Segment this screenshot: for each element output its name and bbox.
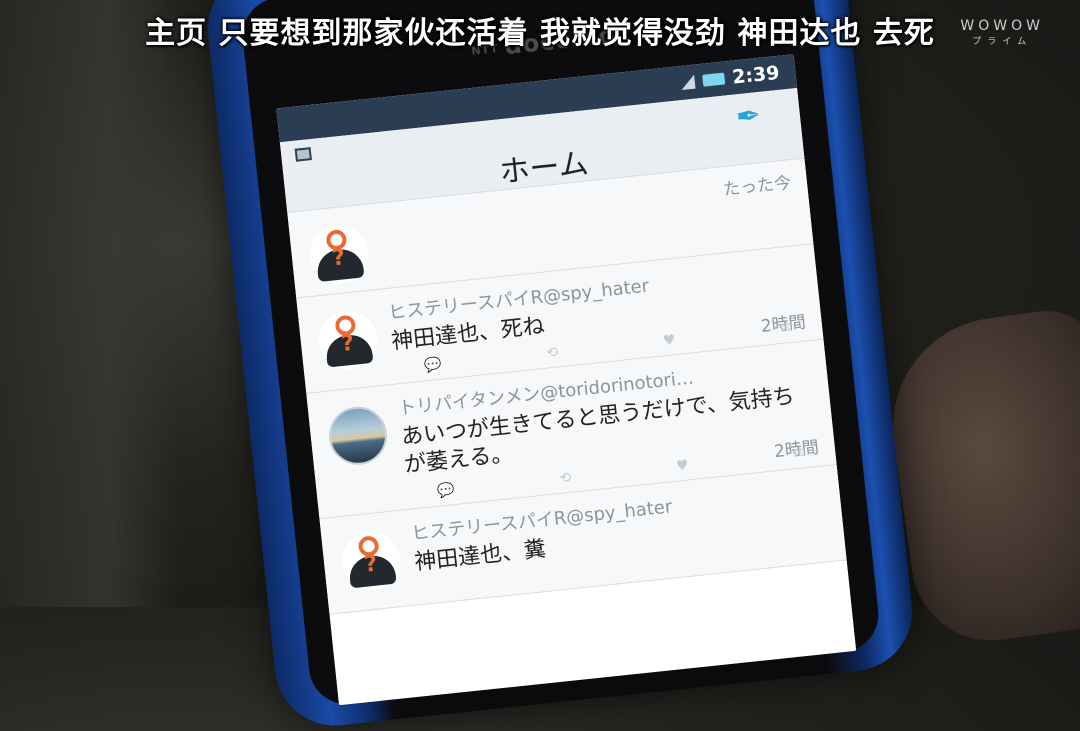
phone-device: NTT docomo 2:39 ✒ ホーム ? たった今 ? ヒステリースパイR… [202,0,918,731]
like-icon[interactable]: ♥ [675,457,689,474]
message-icon[interactable]: ✉ [793,445,806,462]
watermark-sub: プライム [972,37,1033,47]
status-time: 2:39 [731,61,781,89]
battery-icon [701,72,726,87]
phone-scene: NTT docomo 2:39 ✒ ホーム ? たった今 ? ヒステリースパイR… [0,0,1080,731]
retweet-icon[interactable]: ⟲ [559,470,572,487]
subtitle-caption: 主页 只要想到那家伙还活着 我就觉得没劲 神田达也 去死 [145,16,935,51]
watermark-main: WOWOW [960,18,1044,34]
phone-screen: 2:39 ✒ ホーム ? たった今 ? ヒステリースパイR@spy_hater … [276,54,857,706]
broadcaster-watermark: WOWOW プライム [960,18,1044,50]
retweet-icon[interactable]: ⟲ [546,344,559,361]
like-icon[interactable]: ♥ [662,332,676,349]
tweet-time: たった今 [722,173,793,201]
signal-icon [679,74,696,91]
reply-icon[interactable]: 💬 [423,357,442,375]
avatar[interactable]: ? [316,308,380,373]
timeline-feed[interactable]: ? たった今 ? ヒステリースパイR@spy_hater 神田達也、死ね 2時間… [287,158,847,615]
avatar[interactable] [326,403,390,468]
avatar[interactable]: ? [339,529,404,593]
image-icon[interactable] [294,147,312,162]
message-icon[interactable]: ✉ [780,320,793,337]
avatar[interactable]: ? [307,222,371,287]
reply-icon[interactable]: 💬 [436,482,455,500]
